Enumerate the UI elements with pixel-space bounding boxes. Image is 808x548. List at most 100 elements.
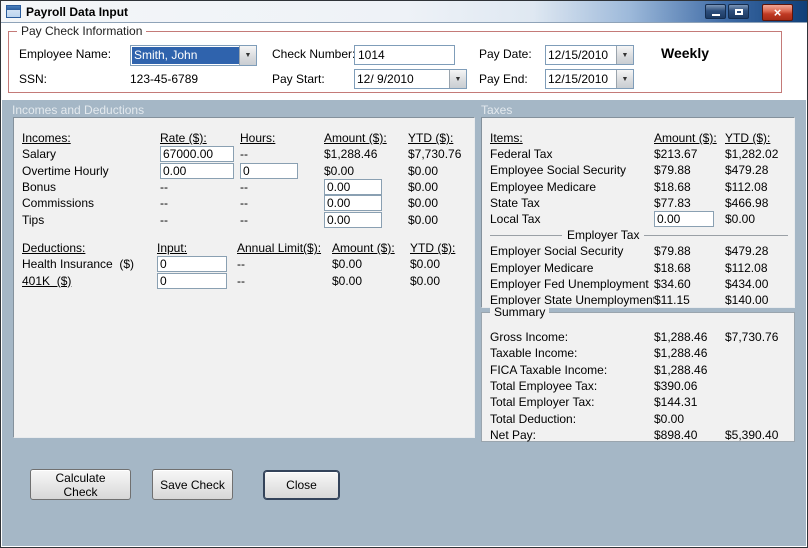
check-number-input[interactable]: [354, 45, 455, 65]
employer-ss-ytd: $479.28: [725, 244, 769, 259]
window-controls: ×: [705, 4, 793, 21]
employer-state-unemp-amount: $11.15: [654, 292, 690, 307]
paycheck-info-group: Pay Check Information Employee Name: Smi…: [8, 24, 782, 93]
col-amount: Amount ($):: [654, 131, 717, 146]
incomes-deductions-header: Incomes and Deductions: [12, 103, 145, 117]
maximize-icon: [734, 8, 743, 15]
col-ytd: YTD ($):: [408, 131, 454, 146]
bonus-rate-value: --: [160, 180, 168, 195]
employee-name-label: Employee Name:: [19, 47, 112, 61]
tips-amount-input[interactable]: [324, 211, 382, 228]
close-window-button[interactable]: ×: [762, 4, 793, 21]
app-icon: [6, 5, 21, 18]
tax-row-label: Employee Medicare: [490, 179, 597, 194]
bonus-amount-input[interactable]: [324, 179, 382, 196]
client-area: Pay Check Information Employee Name: Smi…: [2, 23, 806, 546]
overtime-hours-input[interactable]: [240, 162, 298, 179]
pay-end-picker[interactable]: 12/15/2010 ▼: [545, 69, 634, 89]
income-row-label: Overtime Hourly: [22, 163, 109, 178]
deduction-row-label-401k[interactable]: 401K ($): [22, 274, 157, 288]
summary-row-label: FICA Taxable Income:: [490, 362, 608, 377]
health-insurance-input[interactable]: [157, 256, 227, 273]
calculate-check-button[interactable]: Calculate Check: [30, 469, 131, 500]
incomes-table: Incomes: Rate ($): Hours: Amount ($): YT…: [22, 130, 466, 228]
employee-name-value: Smith, John: [132, 47, 239, 64]
pay-date-label: Pay Date:: [479, 47, 532, 61]
employer-medicare-ytd: $112.08: [725, 260, 768, 275]
overtime-hours-cell: [240, 162, 324, 179]
chevron-down-icon[interactable]: ▼: [449, 70, 466, 88]
chevron-down-icon[interactable]: ▼: [239, 46, 256, 65]
tax-row-label: Employer Social Security: [490, 244, 624, 259]
pay-start-picker[interactable]: 12/ 9/2010 ▼: [354, 69, 467, 89]
local-tax-input[interactable]: [654, 211, 714, 228]
title-bar[interactable]: Payroll Data Input: [1, 1, 807, 23]
taxes-header: Taxes: [481, 103, 513, 117]
gross-income-value: $1,288.46: [654, 330, 708, 345]
chevron-down-icon[interactable]: ▼: [616, 70, 633, 88]
health-insurance-ytd-value: $0.00: [410, 257, 441, 272]
health-insurance-limit-value: --: [237, 257, 245, 272]
emp-ss-amount: $79.88: [654, 163, 691, 178]
summary-row-label: Total Employer Tax:: [490, 395, 595, 410]
tax-row-label: Federal Tax: [490, 147, 553, 162]
federal-tax-amount: $213.67: [654, 147, 698, 162]
summary-row-label: Taxable Income:: [490, 346, 578, 361]
overtime-ytd-value: $0.00: [408, 163, 439, 178]
salary-rate-input[interactable]: [160, 146, 234, 163]
total-deduction-value: $0.00: [654, 411, 685, 426]
summary-legend: Summary: [490, 305, 550, 319]
close-button[interactable]: Close: [264, 471, 339, 499]
summary-table: Gross Income: $1,288.46 $7,730.76 Taxabl…: [490, 329, 788, 443]
employee-name-select[interactable]: Smith, John ▼: [130, 45, 257, 66]
save-check-button[interactable]: Save Check: [152, 469, 233, 500]
tips-amount-cell: [324, 211, 408, 228]
summary-row-label: Total Employee Tax:: [490, 379, 598, 394]
commissions-amount-input[interactable]: [324, 195, 382, 212]
paycheck-info-legend: Pay Check Information: [17, 24, 147, 38]
tips-hours-value: --: [240, 212, 248, 227]
col-hours: Hours:: [240, 131, 276, 146]
minimize-button[interactable]: [705, 4, 726, 19]
pay-date-value: 12/15/2010: [548, 48, 609, 62]
tips-ytd-value: $0.00: [408, 212, 439, 227]
401k-input[interactable]: [157, 272, 227, 289]
taxes-panel: Items: Amount ($): YTD ($): Federal Tax …: [481, 117, 795, 308]
tax-row-label: Employee Social Security: [490, 163, 627, 178]
close-icon: ×: [773, 5, 782, 20]
state-tax-ytd: $466.98: [725, 195, 769, 210]
employer-ss-amount: $79.88: [654, 244, 691, 259]
col-ytd: YTD ($):: [410, 241, 456, 256]
pay-end-label: Pay End:: [479, 72, 528, 86]
employer-state-unemp-ytd: $140.00: [725, 292, 769, 307]
401k-amount-value: $0.00: [332, 273, 363, 288]
pay-start-value: 12/ 9/2010: [357, 72, 414, 86]
maximize-button[interactable]: [728, 4, 749, 19]
pay-start-label: Pay Start:: [272, 72, 325, 86]
tax-row-label: Employer Medicare: [490, 260, 594, 275]
401k-input-cell: [157, 272, 237, 289]
income-row-label: Bonus: [22, 180, 57, 195]
pay-date-picker[interactable]: 12/15/2010 ▼: [545, 45, 634, 65]
income-row-label: Commissions: [22, 196, 95, 211]
incomes-deductions-panel: Incomes: Rate ($): Hours: Amount ($): YT…: [13, 117, 475, 438]
ssn-label: SSN:: [19, 72, 48, 86]
income-row-label: Tips: [22, 212, 45, 227]
pay-end-value: 12/15/2010: [548, 72, 609, 86]
summary-row-label: Net Pay:: [490, 427, 537, 442]
net-pay-value: $898.40: [654, 427, 698, 442]
total-employer-tax-value: $144.31: [654, 395, 698, 410]
summary-row-label: Total Deduction:: [490, 411, 577, 426]
chevron-down-icon[interactable]: ▼: [616, 46, 633, 64]
col-annual-limit: Annual Limit($):: [237, 241, 322, 256]
col-amount: Amount ($):: [324, 131, 387, 146]
health-insurance-input-cell: [157, 256, 237, 273]
local-tax-ytd: $0.00: [725, 212, 756, 227]
commissions-rate-value: --: [160, 196, 168, 211]
fica-taxable-value: $1,288.46: [654, 362, 708, 377]
ssn-value: 123-45-6789: [130, 72, 199, 86]
tax-row-label: State Tax: [490, 195, 540, 210]
col-rate: Rate ($):: [160, 131, 207, 146]
payroll-window: Payroll Data Input × Pay Check Informati…: [0, 0, 808, 548]
overtime-rate-input[interactable]: [160, 162, 234, 179]
